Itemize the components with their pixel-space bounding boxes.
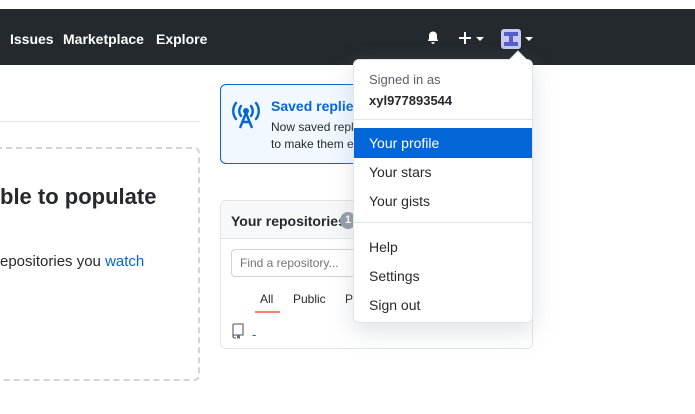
broadcast-icon (230, 97, 262, 134)
menu-item-help[interactable]: Help (354, 232, 532, 262)
saved-replies-title[interactable]: Saved replies (271, 98, 361, 114)
menu-divider (354, 119, 532, 120)
bell-icon[interactable] (425, 30, 441, 51)
nav-explore[interactable]: Explore (156, 31, 207, 47)
user-menu-button[interactable] (501, 29, 535, 49)
repositories-title: Your repositories (231, 213, 346, 229)
create-new-button[interactable] (457, 30, 487, 46)
active-tab-indicator (255, 311, 280, 313)
menu-item-sign-out[interactable]: Sign out (354, 290, 532, 320)
menu-item-settings[interactable]: Settings (354, 261, 532, 291)
menu-item-your-gists[interactable]: Your gists (354, 186, 532, 216)
avatar (501, 29, 521, 49)
watch-link[interactable]: watch (105, 253, 144, 270)
plus-icon (459, 32, 471, 44)
section-divider (0, 121, 200, 122)
top-strip (0, 0, 695, 9)
tab-public[interactable]: Public (293, 292, 326, 306)
signed-in-label: Signed in as (369, 72, 441, 87)
chevron-down-icon (476, 37, 484, 41)
saved-replies-text-1: Now saved repli (271, 120, 357, 134)
empty-feed-heading: ble to populate (0, 184, 157, 209)
menu-item-your-profile[interactable]: Your profile (354, 128, 532, 158)
menu-item-your-stars[interactable]: Your stars (354, 157, 532, 187)
chevron-down-icon (525, 37, 533, 41)
empty-feed-text: epositories you watch (0, 253, 144, 270)
repository-link[interactable]: - (252, 327, 256, 342)
repo-icon (231, 323, 245, 344)
tab-all[interactable]: All (260, 292, 273, 306)
signed-in-username: xyl977893544 (369, 93, 453, 108)
user-dropdown-menu: Signed in as xyl977893544 Your profile Y… (353, 50, 533, 323)
saved-replies-text-2: to make them e (271, 137, 354, 151)
global-header: Issues Marketplace Explore (0, 9, 695, 65)
menu-divider (354, 222, 532, 223)
nav-marketplace[interactable]: Marketplace (63, 31, 144, 47)
empty-feed-text-body: epositories you (0, 253, 106, 270)
nav-issues[interactable]: Issues (10, 31, 54, 47)
